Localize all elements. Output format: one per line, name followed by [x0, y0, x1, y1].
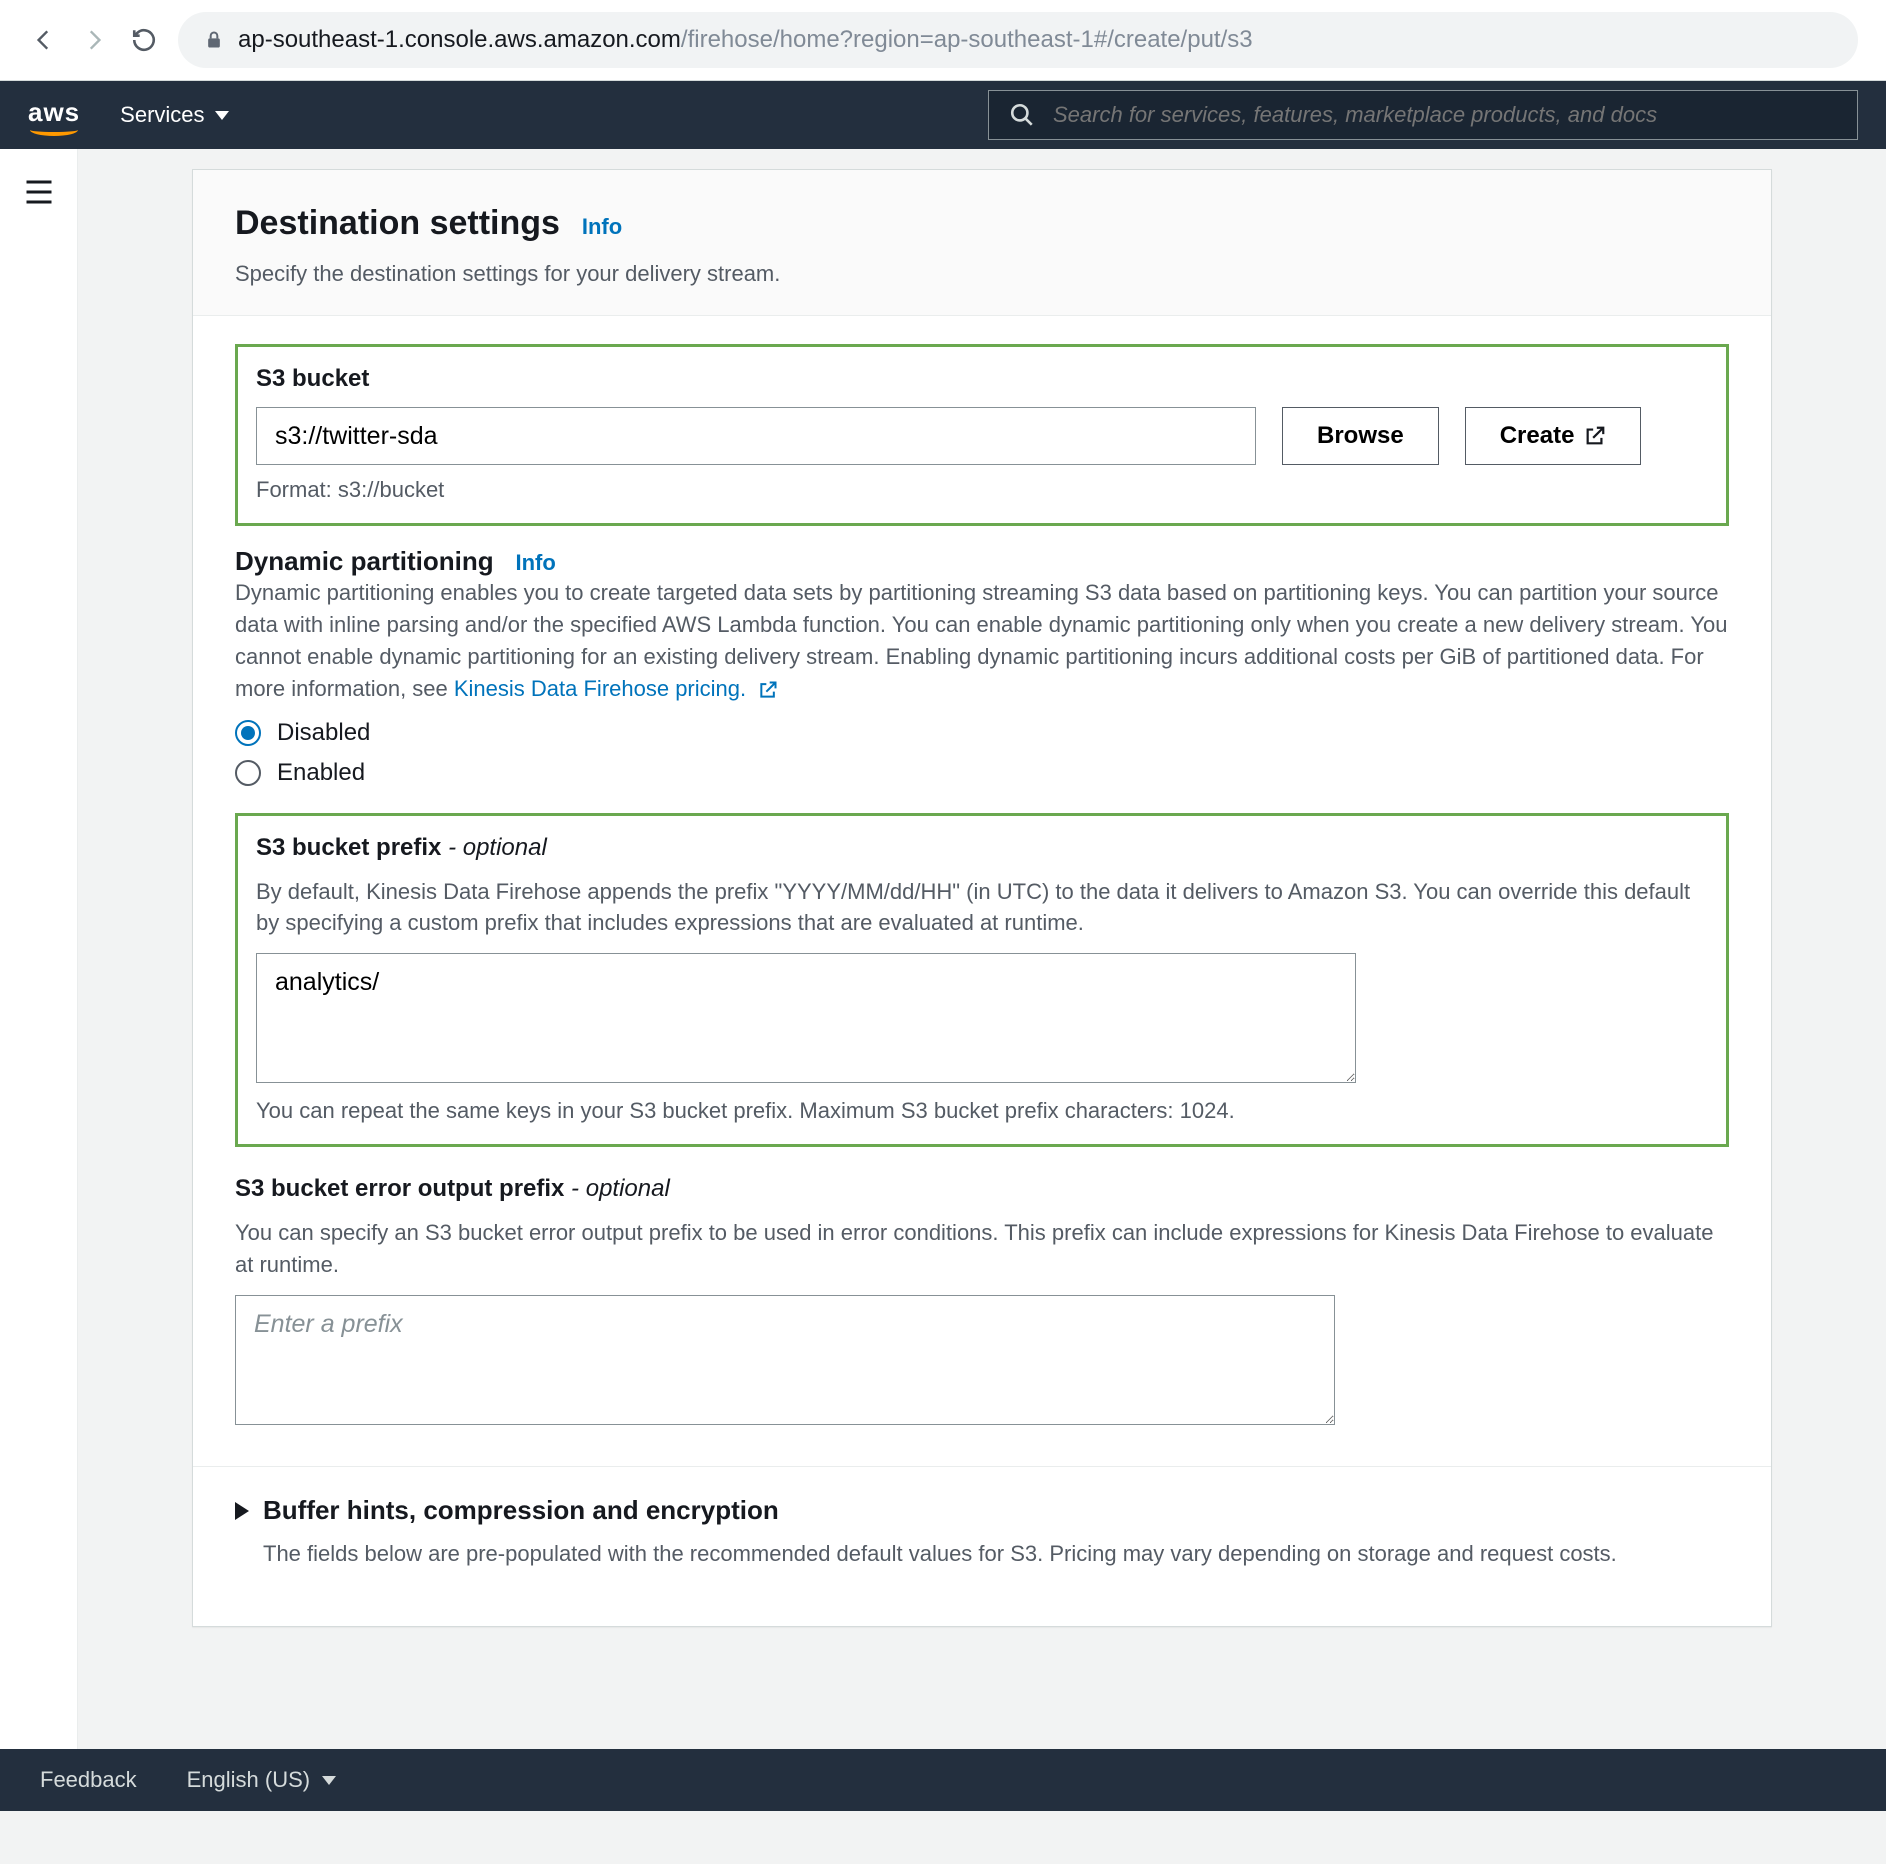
dynamic-title: Dynamic partitioning: [235, 546, 494, 577]
s3-error-prefix-input[interactable]: [235, 1295, 1335, 1425]
radio-icon: [235, 720, 261, 746]
caret-down-icon: [215, 111, 229, 120]
external-link-icon: [758, 680, 778, 700]
radio-enabled-label: Enabled: [277, 759, 365, 787]
accordion-title: Buffer hints, compression and encryption: [263, 1495, 779, 1526]
external-link-icon: [1584, 425, 1606, 447]
feedback-link[interactable]: Feedback: [40, 1767, 137, 1793]
page-subtitle: Specify the destination settings for you…: [235, 261, 1729, 287]
aws-logo[interactable]: aws: [28, 97, 80, 134]
page-title: Destination settings: [235, 204, 560, 243]
global-search[interactable]: [988, 90, 1858, 140]
info-link[interactable]: Info: [582, 214, 622, 239]
pricing-link[interactable]: Kinesis Data Firehose pricing.: [454, 676, 746, 701]
side-rail: [0, 149, 78, 1749]
card-header: Destination settings Info Specify the de…: [193, 170, 1771, 316]
s3-bucket-hint: Format: s3://bucket: [256, 477, 1708, 503]
url-text: ap-southeast-1.console.aws.amazon.com/fi…: [238, 26, 1253, 54]
s3-prefix-input[interactable]: [256, 953, 1356, 1083]
s3-prefix-section: S3 bucket prefix - optional By default, …: [235, 813, 1729, 1148]
language-label: English (US): [187, 1767, 310, 1793]
s3-prefix-label: S3 bucket prefix - optional: [256, 834, 1708, 862]
reload-icon[interactable]: [128, 24, 160, 56]
destination-settings-card: Destination settings Info Specify the de…: [192, 169, 1772, 1627]
global-search-input[interactable]: [1053, 102, 1837, 128]
search-icon: [1009, 102, 1035, 128]
s3-error-prefix-desc: You can specify an S3 bucket error outpu…: [235, 1217, 1729, 1281]
caret-down-icon: [322, 1776, 336, 1785]
s3-error-prefix-label: S3 bucket error output prefix - optional: [235, 1175, 1729, 1203]
accordion-desc: The fields below are pre-populated with …: [235, 1538, 1729, 1570]
services-menu[interactable]: Services: [120, 102, 228, 128]
s3-bucket-label: S3 bucket: [256, 365, 1708, 393]
buffer-accordion[interactable]: Buffer hints, compression and encryption…: [193, 1467, 1771, 1626]
services-label: Services: [120, 102, 204, 128]
language-selector[interactable]: English (US): [187, 1767, 336, 1793]
radio-icon: [235, 760, 261, 786]
url-bar[interactable]: ap-southeast-1.console.aws.amazon.com/fi…: [178, 12, 1858, 68]
s3-prefix-hint: You can repeat the same keys in your S3 …: [256, 1098, 1708, 1124]
dynamic-partitioning-section: Dynamic partitioning Info Dynamic partit…: [235, 546, 1729, 787]
dynamic-info-link[interactable]: Info: [515, 550, 555, 575]
radio-disabled[interactable]: Disabled: [235, 719, 1729, 747]
footer: Feedback English (US): [0, 1749, 1886, 1811]
s3-error-prefix-section: S3 bucket error output prefix - optional…: [235, 1175, 1729, 1428]
radio-enabled[interactable]: Enabled: [235, 759, 1729, 787]
s3-bucket-section: S3 bucket Browse Create Format: s3://buc…: [235, 344, 1729, 526]
s3-bucket-input[interactable]: [256, 407, 1256, 465]
create-button-label: Create: [1500, 422, 1575, 450]
expand-icon: [235, 1502, 249, 1520]
browser-chrome: ap-southeast-1.console.aws.amazon.com/fi…: [0, 0, 1886, 81]
create-button[interactable]: Create: [1465, 407, 1642, 465]
back-icon[interactable]: [28, 24, 60, 56]
radio-disabled-label: Disabled: [277, 719, 370, 747]
forward-icon[interactable]: [78, 24, 110, 56]
s3-prefix-desc: By default, Kinesis Data Firehose append…: [256, 876, 1708, 940]
hamburger-icon[interactable]: [24, 179, 54, 1749]
browse-button[interactable]: Browse: [1282, 407, 1439, 465]
aws-top-nav: aws Services: [0, 81, 1886, 149]
lock-icon: [204, 29, 224, 51]
dynamic-desc: Dynamic partitioning enables you to crea…: [235, 577, 1729, 705]
